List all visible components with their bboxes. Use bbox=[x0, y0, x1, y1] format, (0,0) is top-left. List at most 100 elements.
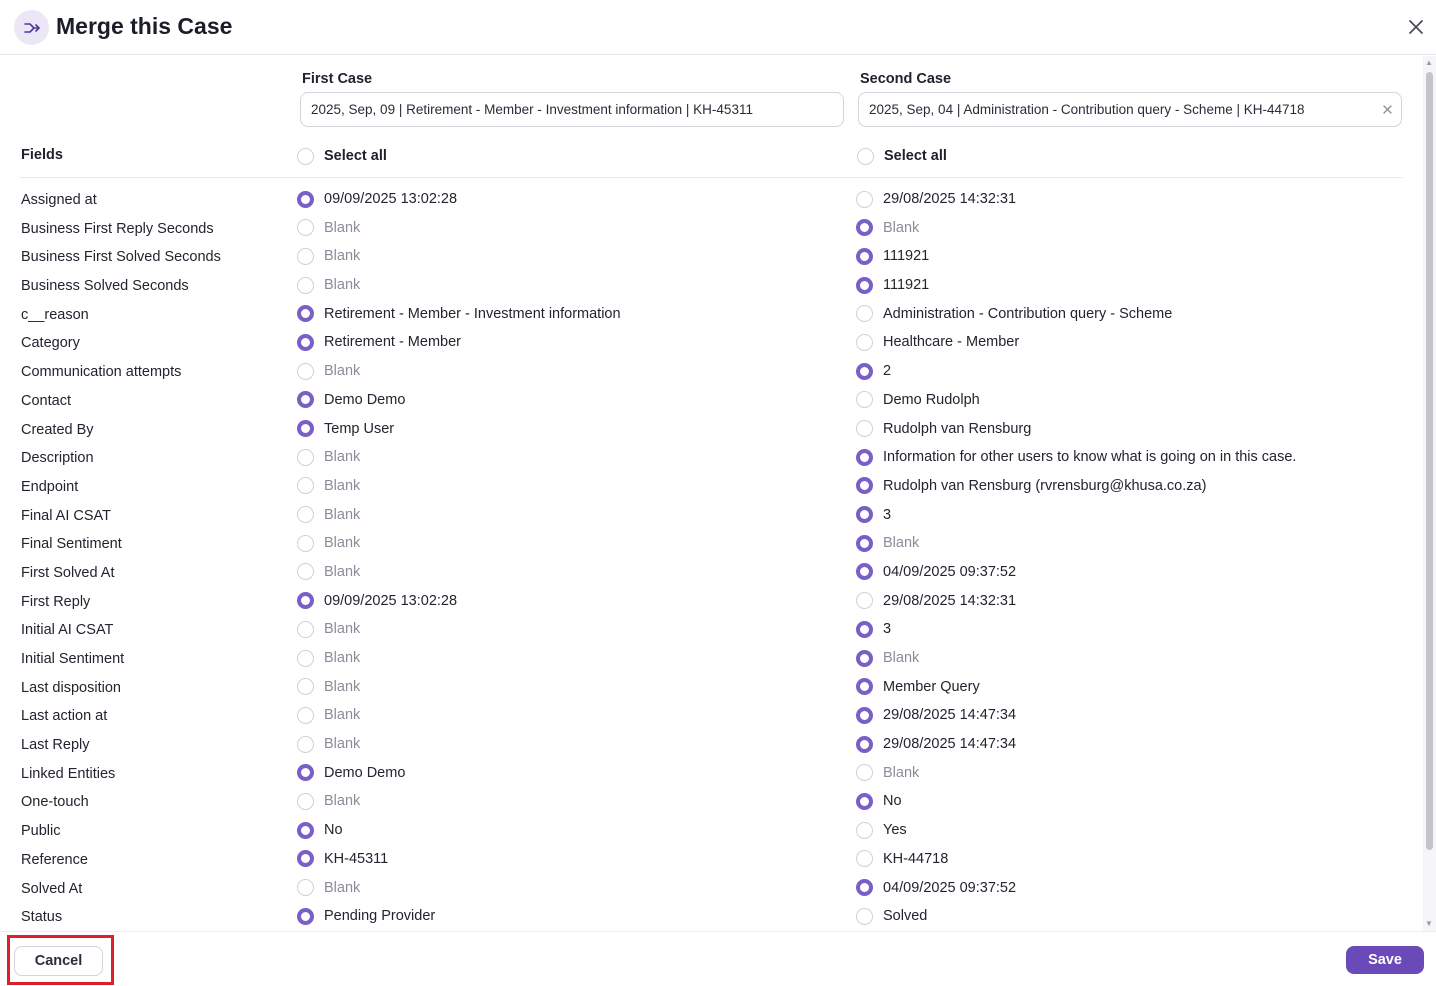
second-case-option[interactable]: No bbox=[856, 791, 902, 811]
first-case-radio[interactable] bbox=[297, 333, 314, 351]
second-case-radio[interactable] bbox=[856, 420, 873, 437]
second-case-option[interactable]: 3 bbox=[856, 619, 891, 639]
first-case-option[interactable]: Blank bbox=[297, 447, 360, 467]
first-case-radio[interactable] bbox=[297, 391, 314, 409]
first-case-option[interactable]: Blank bbox=[297, 562, 360, 582]
second-case-option[interactable]: Member Query bbox=[856, 677, 980, 697]
second-case-option[interactable]: 04/09/2025 09:37:52 bbox=[856, 878, 1016, 898]
first-case-select[interactable]: 2025, Sep, 09 | Retirement - Member - In… bbox=[300, 92, 844, 127]
clear-icon[interactable] bbox=[1381, 103, 1393, 115]
first-case-radio[interactable] bbox=[297, 821, 314, 839]
second-case-option[interactable]: Rudolph van Rensburg bbox=[856, 419, 1031, 439]
second-case-option[interactable]: Blank bbox=[856, 763, 919, 783]
first-case-option[interactable]: Blank bbox=[297, 619, 360, 639]
first-case-radio[interactable] bbox=[297, 706, 314, 724]
first-case-option[interactable]: Blank bbox=[297, 677, 360, 697]
first-case-option[interactable]: Blank bbox=[297, 361, 360, 381]
first-case-option[interactable]: Blank bbox=[297, 275, 360, 295]
first-case-radio[interactable] bbox=[297, 362, 314, 380]
second-case-radio[interactable] bbox=[856, 850, 873, 868]
first-case-radio[interactable] bbox=[297, 276, 314, 294]
first-case-radio[interactable] bbox=[297, 477, 314, 495]
first-case-radio[interactable] bbox=[297, 907, 314, 925]
scrollbar-thumb[interactable] bbox=[1426, 72, 1433, 850]
first-case-option[interactable]: Blank bbox=[297, 218, 360, 238]
second-case-select[interactable]: 2025, Sep, 04 | Administration - Contrib… bbox=[858, 92, 1402, 127]
second-case-radio[interactable] bbox=[856, 907, 873, 925]
first-case-option[interactable]: Blank bbox=[297, 648, 360, 668]
first-case-radio[interactable] bbox=[297, 534, 314, 552]
first-case-option[interactable]: Retirement - Member - Investment informa… bbox=[297, 304, 621, 324]
second-case-option[interactable]: 111921 bbox=[856, 275, 929, 295]
first-case-radio[interactable] bbox=[297, 420, 314, 437]
scroll-up-icon[interactable]: ▲ bbox=[1425, 58, 1433, 67]
first-case-radio[interactable] bbox=[297, 563, 314, 581]
first-case-radio[interactable] bbox=[297, 649, 314, 667]
first-case-option[interactable]: 09/09/2025 13:02:28 bbox=[297, 189, 457, 209]
first-case-radio[interactable] bbox=[297, 305, 314, 323]
second-case-option[interactable]: Information for other users to know what… bbox=[856, 447, 1296, 467]
first-case-option[interactable]: Blank bbox=[297, 791, 360, 811]
first-case-option[interactable]: Blank bbox=[297, 476, 360, 496]
second-case-option[interactable]: 04/09/2025 09:37:52 bbox=[856, 562, 1016, 582]
second-case-radio[interactable] bbox=[856, 247, 873, 265]
second-case-option[interactable]: Yes bbox=[856, 820, 907, 840]
second-case-radio[interactable] bbox=[856, 792, 873, 810]
first-case-radio[interactable] bbox=[297, 506, 314, 524]
first-case-option[interactable]: Blank bbox=[297, 505, 360, 525]
second-case-radio[interactable] bbox=[856, 506, 873, 524]
second-case-option[interactable]: Blank bbox=[856, 533, 919, 553]
second-case-option[interactable]: 29/08/2025 14:32:31 bbox=[856, 189, 1016, 209]
second-case-option[interactable]: Demo Rudolph bbox=[856, 390, 980, 410]
second-case-option[interactable]: 29/08/2025 14:47:34 bbox=[856, 734, 1016, 754]
second-case-radio[interactable] bbox=[856, 477, 873, 495]
first-case-radio[interactable] bbox=[297, 678, 314, 696]
second-case-radio[interactable] bbox=[856, 534, 873, 552]
first-case-option[interactable]: Pending Provider bbox=[297, 906, 435, 926]
second-case-radio[interactable] bbox=[856, 362, 873, 380]
first-case-radio[interactable] bbox=[297, 792, 314, 810]
select-all-second[interactable]: Select all bbox=[857, 145, 947, 167]
first-case-option[interactable]: Blank bbox=[297, 878, 360, 898]
second-case-radio[interactable] bbox=[856, 821, 873, 839]
second-case-radio[interactable] bbox=[856, 219, 873, 237]
second-case-radio[interactable] bbox=[856, 448, 873, 466]
second-case-radio[interactable] bbox=[856, 879, 873, 896]
first-case-option[interactable]: Demo Demo bbox=[297, 390, 405, 410]
first-case-option[interactable]: No bbox=[297, 820, 343, 840]
second-case-radio[interactable] bbox=[856, 592, 873, 610]
select-all-second-radio[interactable] bbox=[857, 147, 874, 165]
second-case-option[interactable]: KH-44718 bbox=[856, 849, 948, 869]
second-case-option[interactable]: Healthcare - Member bbox=[856, 332, 1019, 352]
second-case-radio[interactable] bbox=[856, 735, 873, 753]
second-case-radio[interactable] bbox=[856, 678, 873, 696]
first-case-radio[interactable] bbox=[297, 850, 314, 868]
second-case-option[interactable]: 3 bbox=[856, 505, 891, 525]
first-case-option[interactable]: Blank bbox=[297, 734, 360, 754]
first-case-option[interactable]: Retirement - Member bbox=[297, 332, 461, 352]
first-case-option[interactable]: Demo Demo bbox=[297, 763, 405, 783]
first-case-option[interactable]: 09/09/2025 13:02:28 bbox=[297, 591, 457, 611]
second-case-option[interactable]: 111921 bbox=[856, 246, 929, 266]
first-case-option[interactable]: KH-45311 bbox=[297, 849, 388, 869]
select-all-first-radio[interactable] bbox=[297, 147, 314, 165]
second-case-option[interactable]: Rudolph van Rensburg (rvrensburg@khusa.c… bbox=[856, 476, 1206, 496]
second-case-radio[interactable] bbox=[856, 391, 873, 409]
first-case-option[interactable]: Blank bbox=[297, 533, 360, 553]
second-case-option[interactable]: 29/08/2025 14:47:34 bbox=[856, 705, 1016, 725]
first-case-radio[interactable] bbox=[297, 592, 314, 610]
scroll-down-icon[interactable]: ▼ bbox=[1425, 919, 1433, 928]
second-case-option[interactable]: Solved bbox=[856, 906, 927, 926]
first-case-radio[interactable] bbox=[297, 190, 314, 208]
second-case-radio[interactable] bbox=[856, 333, 873, 351]
second-case-option[interactable]: 2 bbox=[856, 361, 891, 381]
second-case-option[interactable]: Blank bbox=[856, 648, 919, 668]
save-button[interactable]: Save bbox=[1346, 946, 1424, 974]
first-case-radio[interactable] bbox=[297, 879, 314, 896]
first-case-radio[interactable] bbox=[297, 219, 314, 237]
second-case-radio[interactable] bbox=[856, 276, 873, 294]
second-case-radio[interactable] bbox=[856, 649, 873, 667]
first-case-radio[interactable] bbox=[297, 448, 314, 466]
first-case-option[interactable]: Blank bbox=[297, 705, 360, 725]
second-case-radio[interactable] bbox=[856, 620, 873, 638]
